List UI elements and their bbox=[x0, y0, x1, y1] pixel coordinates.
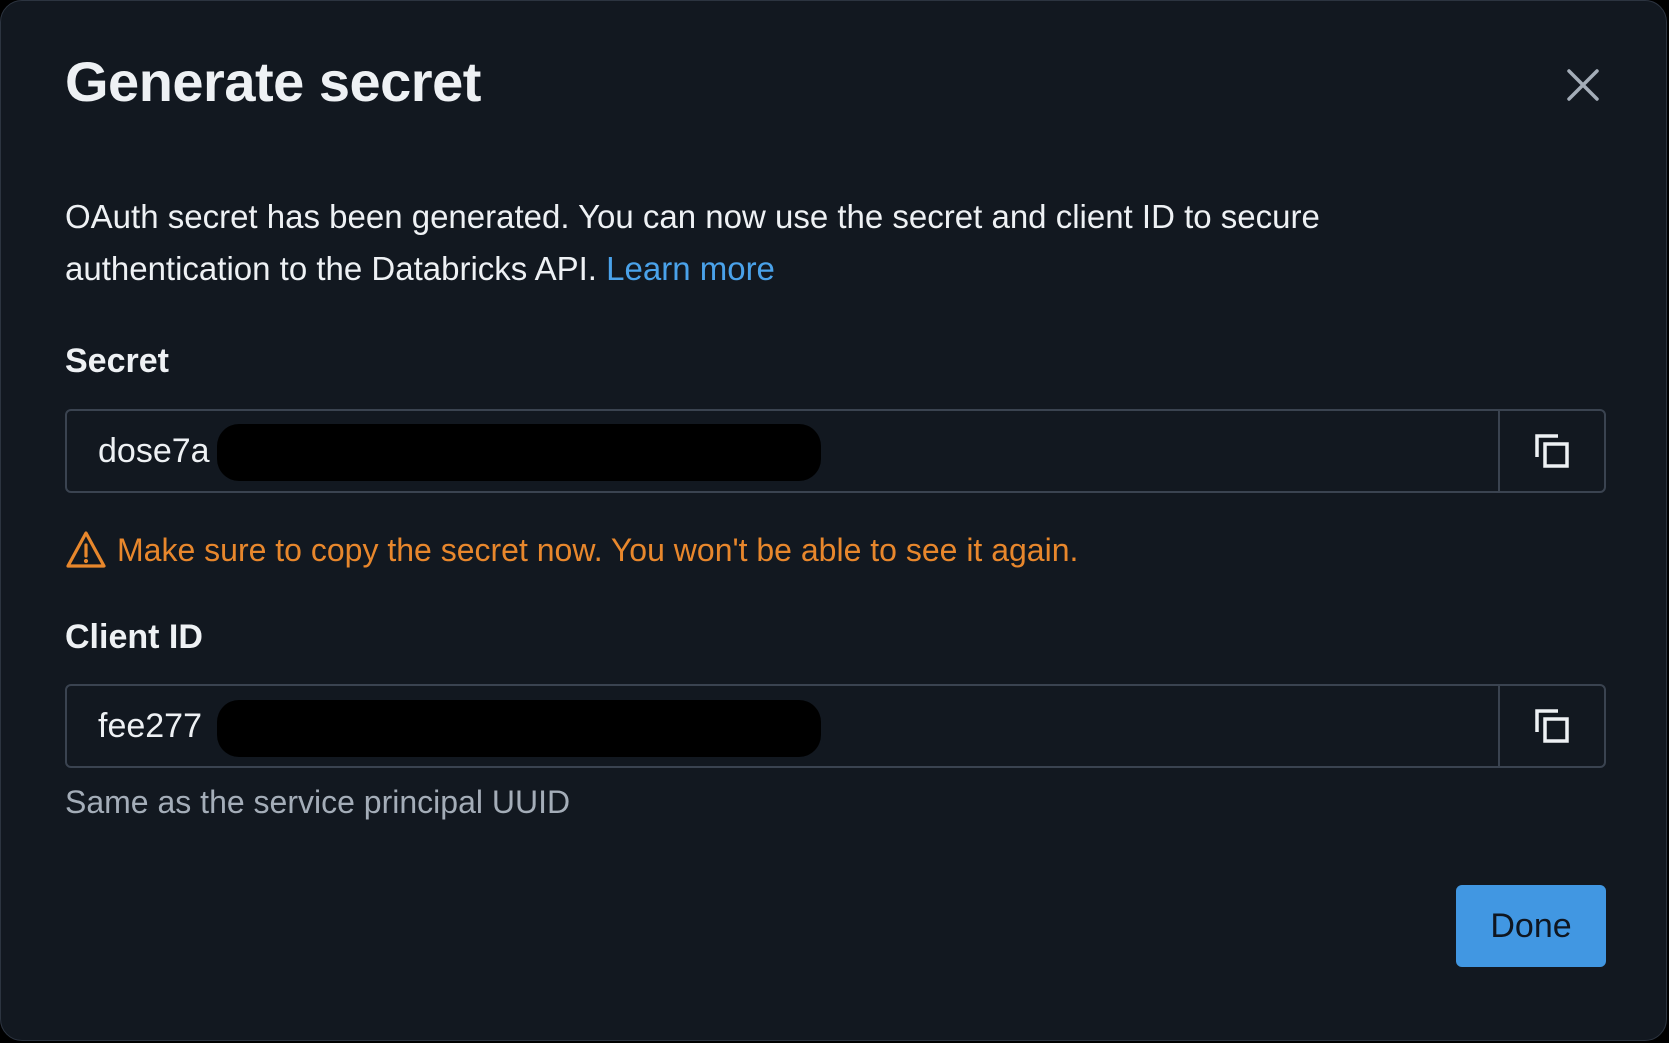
learn-more-link[interactable]: Learn more bbox=[606, 250, 775, 287]
client-id-hint: Same as the service principal UUID bbox=[65, 784, 571, 820]
dialog-title: Generate secret bbox=[65, 50, 481, 113]
redaction-bar bbox=[217, 424, 821, 481]
warning-icon bbox=[65, 530, 117, 570]
generate-secret-dialog: Generate secret OAuth secret has been ge… bbox=[0, 0, 1667, 1041]
client-id-label: Client ID bbox=[65, 618, 203, 656]
copy-icon bbox=[1532, 431, 1572, 471]
copy-icon bbox=[1532, 706, 1572, 746]
copy-secret-button[interactable] bbox=[1498, 411, 1604, 491]
close-icon bbox=[1557, 59, 1609, 111]
warning-text: Make sure to copy the secret now. You wo… bbox=[117, 531, 1079, 568]
close-button[interactable] bbox=[1557, 59, 1609, 111]
done-button[interactable]: Done bbox=[1456, 885, 1606, 967]
copy-warning: Make sure to copy the secret now. You wo… bbox=[65, 526, 1078, 574]
dialog-description: OAuth secret has been generated. You can… bbox=[65, 191, 1525, 295]
redaction-bar bbox=[217, 700, 821, 757]
copy-client-id-button[interactable] bbox=[1498, 686, 1604, 766]
secret-label: Secret bbox=[65, 342, 169, 380]
